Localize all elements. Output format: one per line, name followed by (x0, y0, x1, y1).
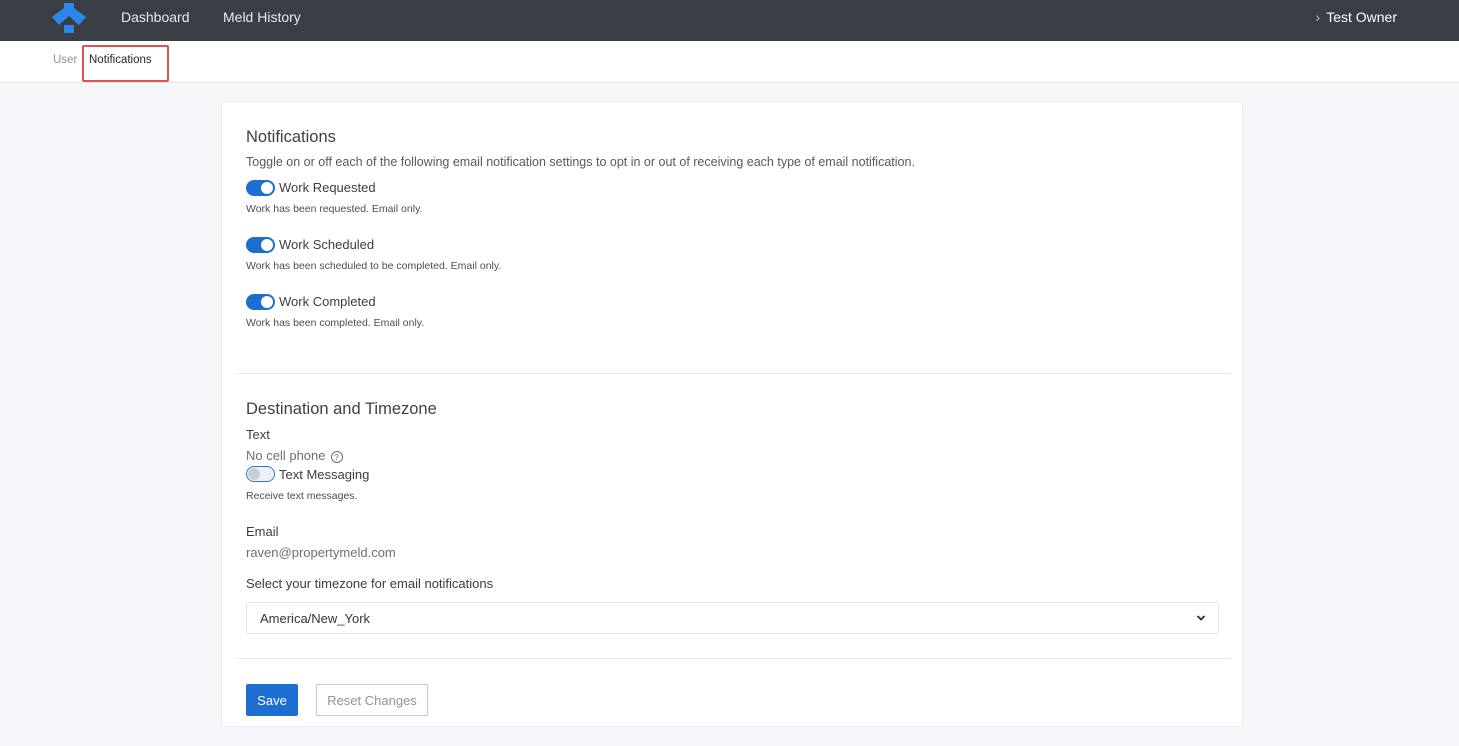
notifications-description: Toggle on or off each of the following e… (246, 155, 915, 169)
destination-section-title: Destination and Timezone (246, 400, 437, 418)
work-requested-help: Work has been requested. Email only. (246, 203, 423, 215)
user-menu[interactable]: › Test Owner (1316, 0, 1397, 41)
subnav-tab-notifications[interactable]: Notifications (89, 54, 152, 66)
nav-link-meld-history[interactable]: Meld History (223, 0, 301, 41)
work-completed-help: Work has been completed. Email only. (246, 317, 425, 329)
user-name: Test Owner (1326, 9, 1397, 25)
toggle-text-messaging[interactable] (246, 466, 275, 482)
notification-settings-card: Notifications Toggle on or off each of t… (221, 101, 1243, 727)
actions-divider (236, 658, 1230, 659)
no-cell-phone-text: No cell phone (246, 448, 326, 463)
toggle-work-completed[interactable] (246, 294, 275, 310)
reset-changes-button[interactable]: Reset Changes (316, 684, 428, 716)
toggle-work-requested[interactable] (246, 180, 275, 196)
timezone-label: Select your timezone for email notificat… (246, 576, 494, 591)
work-scheduled-help: Work has been scheduled to be completed.… (246, 260, 502, 272)
work-requested-label: Work Requested (279, 180, 376, 195)
chevron-down-icon (1196, 615, 1206, 621)
no-cell-phone-row: No cell phone? (246, 448, 343, 463)
notifications-section-title: Notifications (246, 128, 336, 146)
work-completed-label: Work Completed (279, 294, 376, 309)
save-button[interactable]: Save (246, 684, 298, 716)
sub-navigation: User Notifications (0, 41, 1459, 83)
top-navigation-bar: Dashboard Meld History › Test Owner (0, 0, 1459, 41)
section-divider (236, 373, 1230, 374)
subnav-tab-user[interactable]: User (53, 54, 77, 66)
chevron-right-icon: › (1315, 9, 1321, 25)
question-circle-icon[interactable]: ? (330, 451, 343, 463)
email-value: raven@propertymeld.com (246, 545, 396, 560)
timezone-selected-value: America/New_York (260, 611, 371, 626)
email-label: Email (246, 524, 279, 539)
nav-link-dashboard[interactable]: Dashboard (121, 0, 190, 41)
text-messaging-label: Text Messaging (279, 467, 370, 482)
text-messaging-help: Receive text messages. (246, 490, 358, 502)
text-label: Text (246, 427, 270, 442)
toggle-work-scheduled[interactable] (246, 237, 275, 253)
property-meld-logo-icon[interactable] (52, 3, 86, 33)
timezone-select[interactable]: America/New_York (246, 602, 1219, 634)
work-scheduled-label: Work Scheduled (279, 237, 375, 252)
